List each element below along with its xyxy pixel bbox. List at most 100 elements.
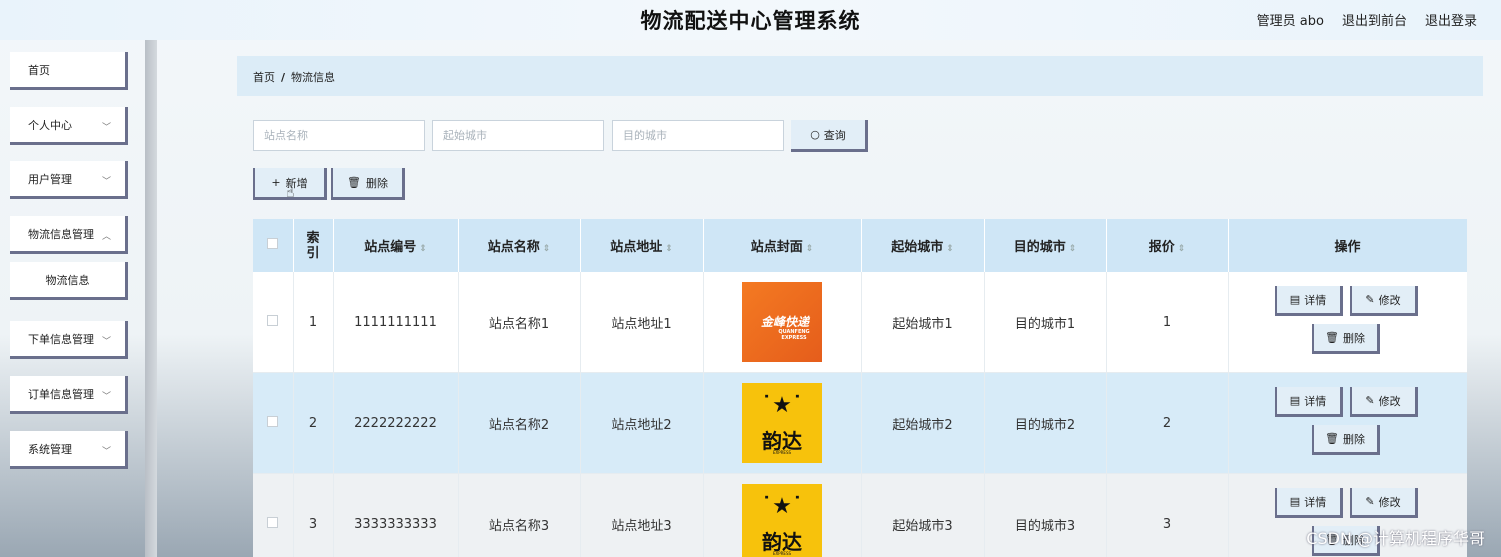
sidebar-item-logistics-management[interactable]: 物流信息管理 ︿ [10, 216, 128, 254]
admin-user-link[interactable]: 管理员 abo [1257, 10, 1324, 29]
table-row: 3 3333333333 站点名称3 站点地址3 ˙★˙ 韵达 EXPRESS … [253, 473, 1467, 557]
trash-icon: 🗑 [1325, 331, 1339, 344]
search-button[interactable]: ○ 查询 [791, 120, 868, 152]
sidebar-item-home[interactable]: 首页 [10, 52, 128, 90]
sort-icon[interactable]: ⇕ [1178, 244, 1186, 254]
delete-button-label: 删除 [1342, 432, 1365, 446]
cell-index: 2 [293, 372, 334, 474]
row-select-cell [253, 272, 294, 373]
station-cover-image[interactable]: ˙★˙ 韵达 EXPRESS [742, 383, 822, 463]
edit-button-label: 修改 [1378, 394, 1401, 408]
row-checkbox[interactable] [267, 314, 279, 326]
sidebar-item-label: 物流信息管理 [28, 227, 94, 241]
chevron-down-icon: ﹀ [101, 392, 111, 402]
cell-code: 3333333333 [333, 473, 459, 557]
column-header-code[interactable]: 站点编号 ⇕ [333, 219, 459, 272]
breadcrumb-current: 物流信息 [291, 71, 336, 84]
chevron-up-icon: ︿ [101, 232, 111, 242]
trash-icon: 🗑 [1325, 432, 1339, 445]
row-select-cell [253, 473, 294, 557]
sidebar-item-personal-center[interactable]: 个人中心 ﹀ [10, 107, 128, 145]
sidebar-item-order-info-management[interactable]: 订单信息管理 ﹀ [10, 376, 128, 414]
mouse-pointer-icon: ☝ [286, 185, 295, 201]
column-header-label: 起始城市 [891, 240, 944, 255]
breadcrumb-separator: / [281, 71, 286, 84]
column-header-cover[interactable]: 站点封面 ⇕ [703, 219, 862, 272]
edit-button[interactable]: ✎ 修改 [1349, 286, 1418, 316]
column-header-label: 报价 [1148, 240, 1175, 255]
cell-dest: 目的城市1 [984, 272, 1107, 373]
station-name-input[interactable]: 站点名称 [253, 120, 425, 151]
table-header-row: 索引 站点编号 ⇕ 站点名称 ⇕ 站点地址 ⇕ 站点封面 ⇕ 起始城市 ⇕ 目的城市 ⇕ 报… [253, 219, 1467, 272]
sidebar-item-label: 用户管理 [28, 172, 72, 186]
search-button-label: 查询 [823, 128, 846, 142]
column-header-address[interactable]: 站点地址 ⇕ [580, 219, 704, 272]
edit-button[interactable]: ✎ 修改 [1349, 387, 1418, 417]
cell-cover: ˙★˙ 韵达 EXPRESS [703, 372, 862, 474]
back-to-front-link[interactable]: 退出到前台 [1342, 10, 1407, 29]
row-select-cell [253, 372, 294, 474]
smile-logo-icon: ˙★˙ [761, 494, 803, 519]
breadcrumb-home[interactable]: 首页 [253, 71, 275, 84]
chevron-down-icon: ﹀ [101, 337, 111, 347]
breadcrumb: 首页 / 物流信息 [237, 56, 1483, 96]
smile-logo-icon: ˙★˙ [761, 393, 803, 418]
column-header-label: 操作 [1334, 240, 1361, 255]
delete-button[interactable]: 🗑 删除 [1311, 324, 1380, 354]
column-header-label: 站点地址 [610, 240, 663, 255]
sort-icon[interactable]: ⇕ [1069, 244, 1077, 254]
cell-actions: ▤ 详情 ✎ 修改 🗑 删除 [1228, 372, 1467, 474]
cover-brand: 金峰快递 [760, 315, 809, 329]
table-row: 1 1111111111 站点名称1 站点地址1 金峰快递 QUANFENG EX… [253, 272, 1467, 373]
cell-dest: 目的城市2 [984, 372, 1107, 474]
cell-origin: 起始城市3 [861, 473, 985, 557]
column-header-dest[interactable]: 目的城市 ⇕ [984, 219, 1107, 272]
cell-name: 站点名称2 [458, 372, 581, 474]
document-icon: ▤ [1289, 293, 1301, 306]
detail-button-label: 详情 [1304, 394, 1327, 408]
sidebar-item-system-management[interactable]: 系统管理 ﹀ [10, 431, 128, 469]
cell-name: 站点名称3 [458, 473, 581, 557]
batch-delete-button[interactable]: 🗑 删除 [331, 168, 405, 200]
station-cover-image[interactable]: 金峰快递 QUANFENG EXPRESS [742, 282, 822, 362]
sort-icon[interactable]: ⇕ [543, 244, 551, 254]
detail-button[interactable]: ▤ 详情 [1274, 387, 1343, 417]
sidebar-item-user-management[interactable]: 用户管理 ﹀ [10, 161, 128, 199]
dest-city-input[interactable]: 目的城市 [612, 120, 784, 151]
edit-button[interactable]: ✎ 修改 [1349, 488, 1418, 518]
sidebar-item-order-placement-management[interactable]: 下单信息管理 ﹀ [10, 321, 128, 359]
row-checkbox[interactable] [267, 415, 279, 427]
cell-dest: 目的城市3 [984, 473, 1107, 557]
row-checkbox[interactable] [267, 516, 279, 528]
header-links: 管理员 abo 退出到前台 退出登录 [1257, 10, 1477, 29]
column-header-origin[interactable]: 起始城市 ⇕ [861, 219, 985, 272]
sidebar-item-label: 个人中心 [28, 118, 72, 132]
cell-code: 2222222222 [333, 372, 459, 474]
cell-address: 站点地址2 [580, 372, 704, 474]
pencil-icon: ✎ [1365, 293, 1375, 306]
edit-button-label: 修改 [1378, 495, 1401, 509]
cover-brand-sub: EXPRESS [772, 551, 792, 556]
sort-icon[interactable]: ⇕ [806, 244, 814, 254]
sidebar-subitem-logistics-info[interactable]: 物流信息 [10, 262, 128, 300]
column-header-name[interactable]: 站点名称 ⇕ [458, 219, 581, 272]
sort-icon[interactable]: ⇕ [419, 244, 427, 254]
logout-link[interactable]: 退出登录 [1425, 10, 1477, 29]
delete-button[interactable]: 🗑 删除 [1311, 425, 1380, 455]
edit-button-label: 修改 [1378, 293, 1401, 307]
cell-cover: 金峰快递 QUANFENG EXPRESS [703, 272, 862, 373]
cell-code: 1111111111 [333, 272, 459, 373]
sidebar-item-label: 系统管理 [28, 442, 72, 456]
cell-actions: ▤ 详情 ✎ 修改 🗑 删除 [1228, 272, 1467, 373]
detail-button[interactable]: ▤ 详情 [1274, 286, 1343, 316]
sort-icon[interactable]: ⇕ [946, 244, 954, 254]
column-header-price[interactable]: 报价 ⇕ [1106, 219, 1229, 272]
detail-button[interactable]: ▤ 详情 [1274, 488, 1343, 518]
sidebar-item-label: 首页 [28, 63, 50, 77]
select-all-checkbox[interactable] [267, 238, 279, 249]
cover-brand-sub: QUANFENG EXPRESS [778, 329, 810, 341]
sort-icon[interactable]: ⇕ [665, 244, 673, 254]
origin-city-input[interactable]: 起始城市 [432, 120, 604, 151]
station-cover-image[interactable]: ˙★˙ 韵达 EXPRESS [742, 484, 822, 557]
sidebar-scrollbar[interactable] [145, 40, 157, 557]
